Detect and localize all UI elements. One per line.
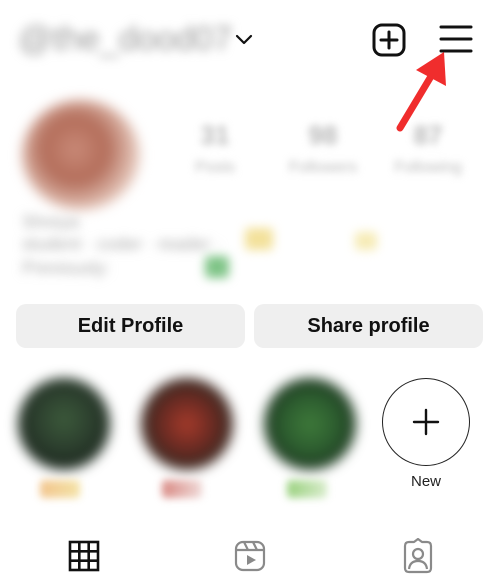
stat-label: Posts bbox=[194, 159, 235, 176]
reels-icon[interactable] bbox=[232, 538, 268, 574]
stat-value: 31 bbox=[200, 120, 230, 150]
bio-line: student · coder · reader · bbox=[22, 234, 222, 254]
stat-value: 87 bbox=[413, 120, 443, 150]
story-highlight[interactable] bbox=[18, 378, 110, 470]
tagged-icon[interactable] bbox=[400, 538, 436, 574]
bio-emoji bbox=[205, 256, 229, 278]
story-highlight[interactable] bbox=[264, 378, 356, 470]
grid-icon[interactable] bbox=[66, 538, 102, 574]
stat-label: Following bbox=[394, 159, 462, 176]
share-profile-button[interactable]: Share profile bbox=[254, 304, 483, 348]
stat-value: 98 bbox=[308, 120, 338, 150]
bio-line: Previously: bbox=[22, 258, 111, 278]
highlight-label bbox=[40, 480, 80, 498]
stat-posts[interactable]: 31 Posts bbox=[175, 120, 255, 190]
bio-emoji bbox=[245, 228, 273, 250]
username[interactable]: @the_dood07 bbox=[18, 14, 233, 64]
bio-emoji bbox=[355, 232, 377, 250]
story-highlight[interactable] bbox=[141, 378, 233, 470]
profile-avatar[interactable] bbox=[22, 100, 140, 210]
chevron-down-icon[interactable] bbox=[233, 28, 255, 50]
highlight-label bbox=[162, 480, 202, 498]
stat-following[interactable]: 87 Following bbox=[388, 120, 468, 190]
edit-profile-button[interactable]: Edit Profile bbox=[16, 304, 245, 348]
bio-name: Shreya bbox=[22, 212, 80, 232]
stat-label: Followers bbox=[288, 159, 358, 176]
stat-followers[interactable]: 98 Followers bbox=[283, 120, 363, 190]
new-highlight-label: New bbox=[410, 473, 441, 490]
plus-icon bbox=[412, 408, 440, 436]
highlight-label bbox=[287, 480, 327, 498]
